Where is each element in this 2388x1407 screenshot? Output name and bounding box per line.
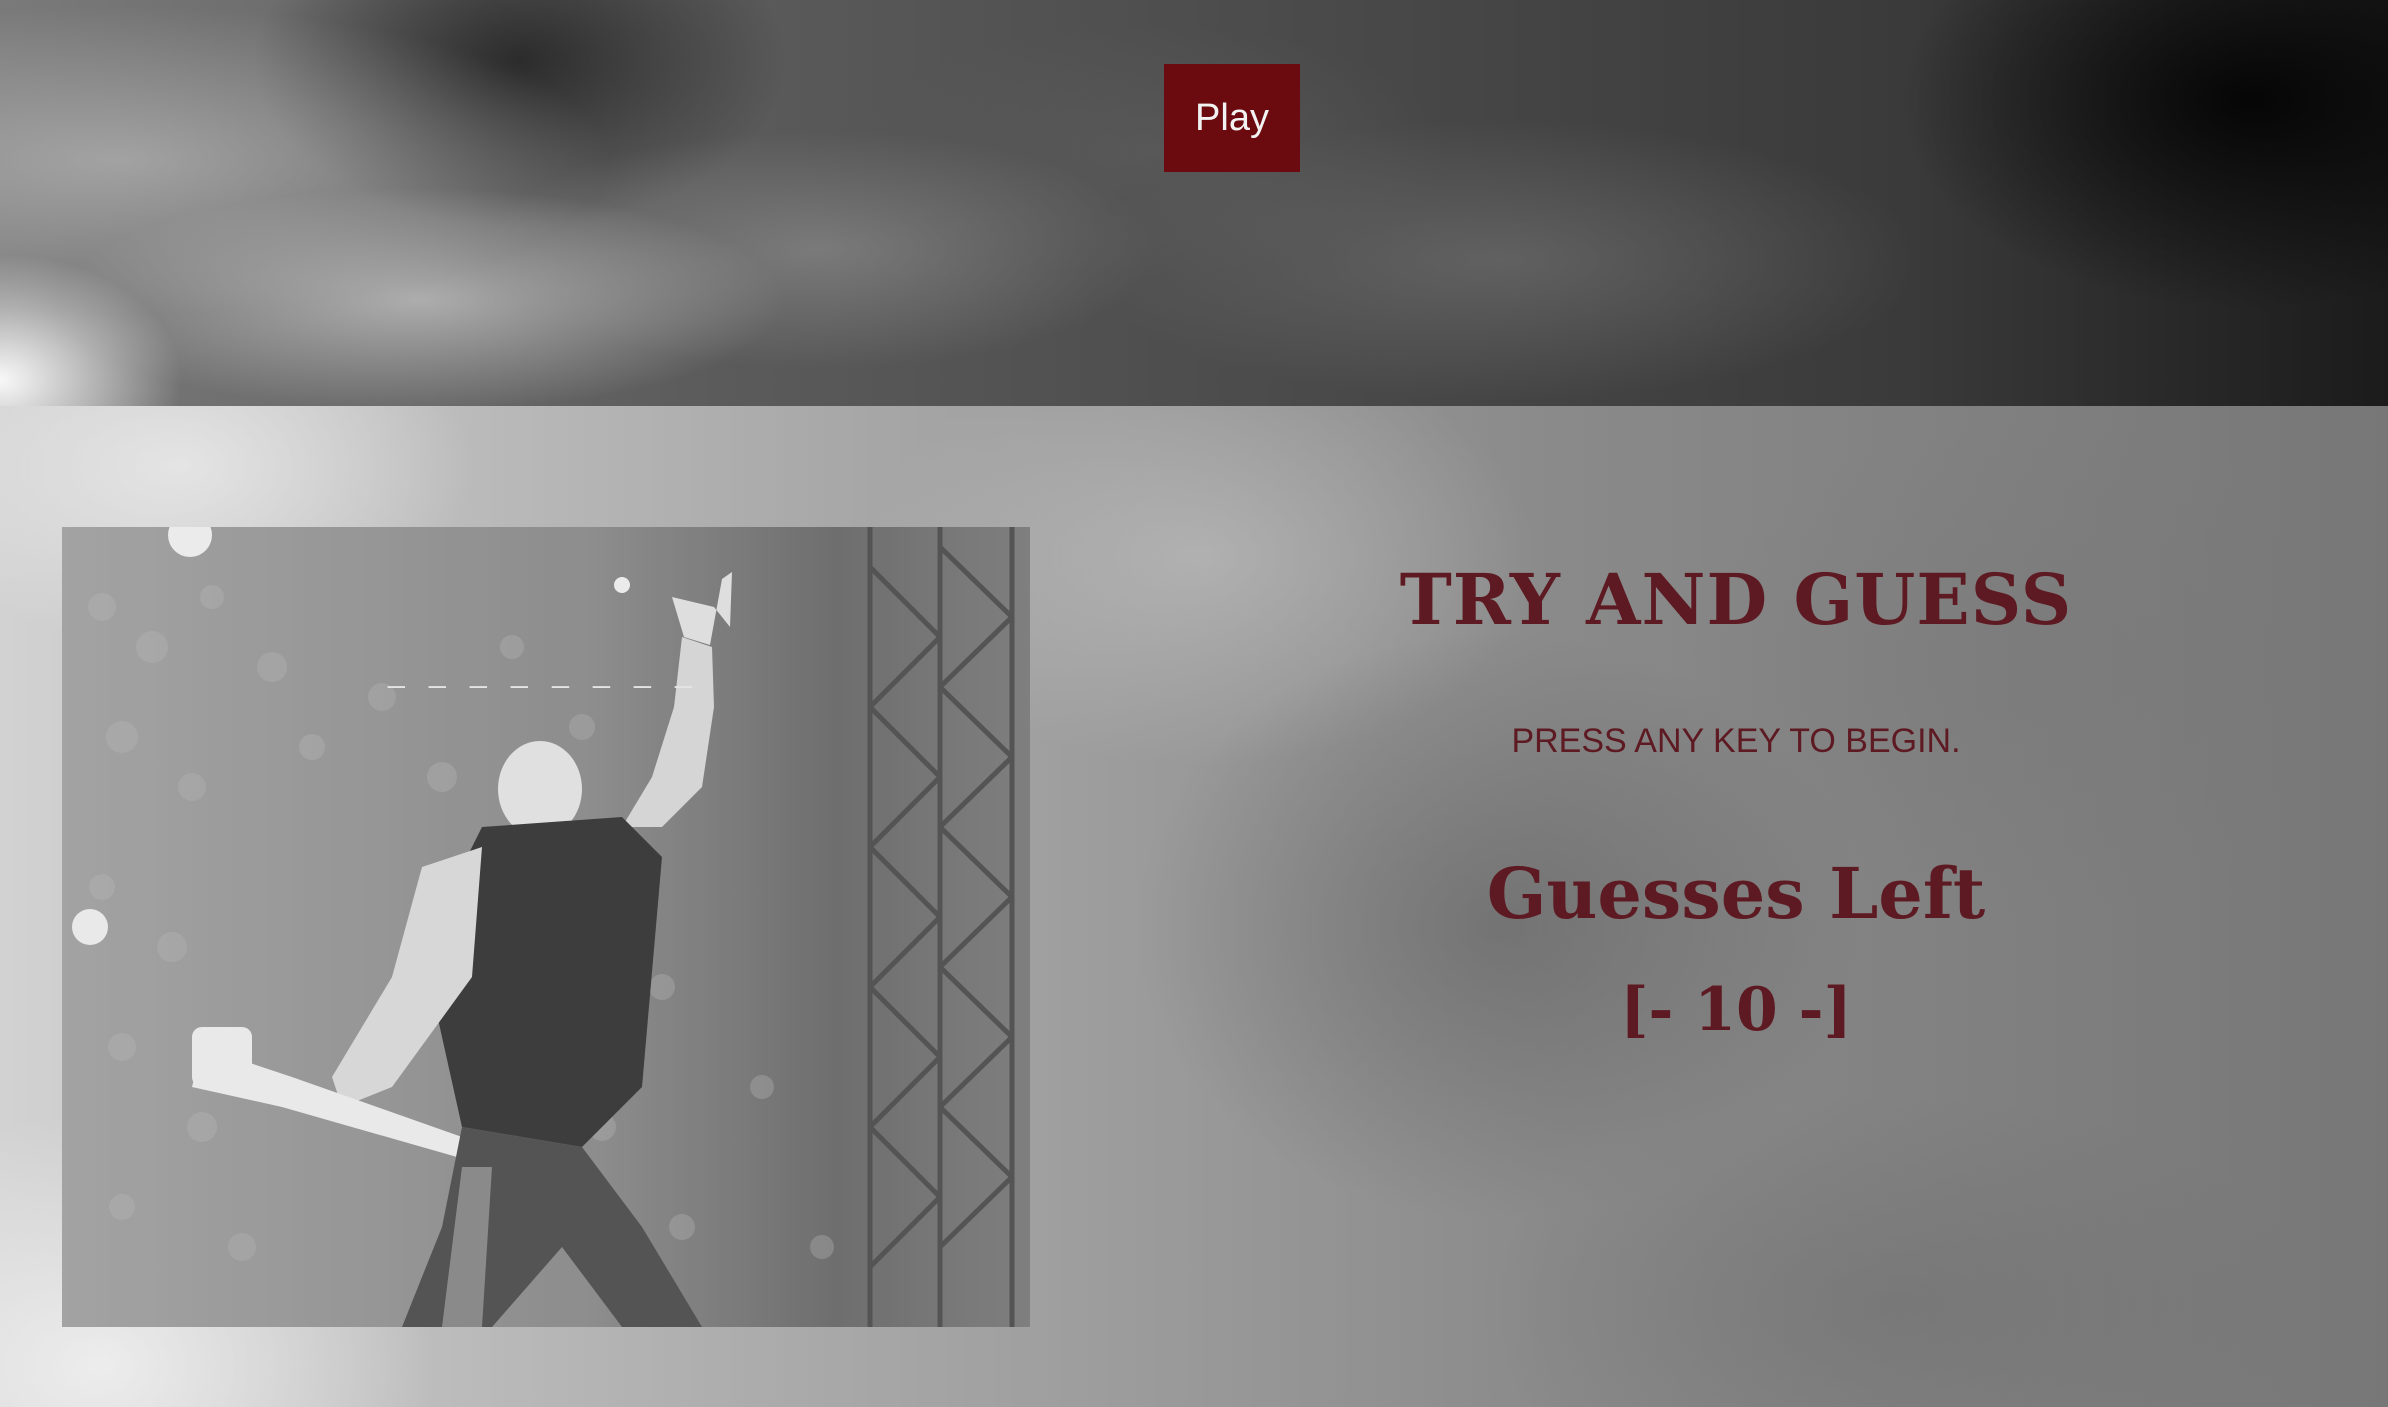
play-button[interactable]: Play — [1164, 64, 1300, 172]
guesses-left-count: [- 10 -] — [1620, 975, 1852, 1045]
game-title: TRY AND GUESS — [1399, 558, 2073, 641]
guesses-left-label: Guesses Left — [1486, 852, 1986, 935]
hero-banner: Play — [0, 0, 2388, 406]
word-blanks: _ _ _ _ _ _ _ _ — [388, 656, 700, 689]
start-instruction: PRESS ANY KEY TO BEGIN. — [1511, 722, 1961, 760]
concert-photo — [62, 527, 1030, 1327]
